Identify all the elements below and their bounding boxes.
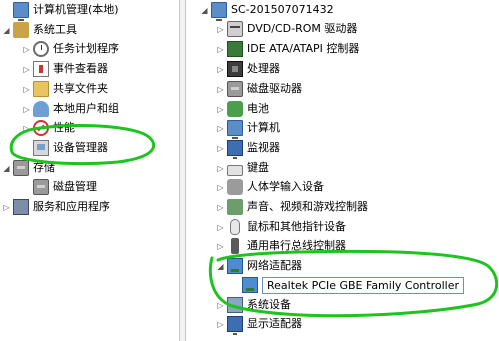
performance-icon: [33, 120, 49, 136]
device-category-monitor[interactable]: ▷ 监视器: [216, 139, 280, 159]
mouse-icon: [230, 219, 240, 235]
expand-arrow-icon[interactable]: ▷: [216, 237, 225, 255]
storage-icon: [13, 160, 29, 176]
network-card-icon: [242, 277, 258, 293]
expand-arrow-icon[interactable]: ▷: [216, 80, 225, 98]
collapse-arrow-icon[interactable]: ◢: [200, 1, 209, 19]
device-category-processor[interactable]: ▷ 处理器: [216, 60, 280, 78]
disk-management-icon: [33, 179, 49, 195]
device-category-sound-video[interactable]: ▷ 声音、视频和游戏控制器: [216, 198, 368, 216]
display-adapter-icon: [227, 316, 243, 335]
keyboard-icon: [227, 164, 243, 176]
expand-arrow-icon[interactable]: ▷: [216, 159, 225, 177]
shared-folders-icon: [33, 81, 49, 97]
local-users-icon: [33, 101, 49, 117]
network-adapter-icon: [227, 258, 243, 274]
expand-arrow-icon[interactable]: ▷: [216, 198, 225, 216]
expand-arrow-icon[interactable]: ▷: [22, 100, 31, 118]
console-tree-pane: 计算机管理(本地) ◢ 系统工具 ▷ 任务计划程序 ▷ 事件查看器 ▷ 共享文件…: [0, 0, 178, 341]
disk-drive-icon: [227, 81, 243, 97]
expand-arrow-icon[interactable]: ▷: [216, 100, 225, 118]
device-category-display-adapters[interactable]: ▷ 显示适配器: [216, 315, 302, 335]
tree-node-task-scheduler[interactable]: ▷ 任务计划程序: [22, 40, 119, 58]
expand-arrow-icon[interactable]: ▷: [216, 60, 225, 78]
expand-arrow-icon[interactable]: ▷: [216, 119, 225, 137]
device-category-disk-drives[interactable]: ▷ 磁盘驱动器: [216, 80, 302, 98]
system-devices-icon: [227, 297, 243, 313]
collapse-arrow-icon[interactable]: ◢: [2, 159, 11, 177]
device-realtek-nic[interactable]: Realtek PCIe GBE Family Controller: [242, 276, 465, 294]
expand-arrow-icon[interactable]: ▷: [216, 20, 225, 38]
device-tree-root[interactable]: ◢ SC-201507071432: [200, 1, 334, 21]
tree-node-device-manager[interactable]: 设备管理器: [33, 139, 108, 157]
device-category-system-devices[interactable]: ▷ 系统设备: [216, 296, 291, 314]
expand-arrow-icon[interactable]: ▷: [216, 178, 225, 196]
expand-arrow-icon[interactable]: ▷: [216, 40, 225, 58]
collapse-arrow-icon[interactable]: ◢: [2, 21, 11, 39]
sound-video-icon: [227, 199, 243, 215]
device-tree-pane: ◢ SC-201507071432 ▷ DVD/CD-ROM 驱动器 ▷ IDE…: [186, 0, 499, 341]
device-category-usb[interactable]: ▷ 通用串行总线控制器: [216, 237, 346, 255]
tree-node-disk-management[interactable]: 磁盘管理: [33, 178, 97, 196]
tree-node-storage[interactable]: ◢ 存储: [2, 159, 55, 177]
tree-node-system-tools[interactable]: ◢ 系统工具: [2, 21, 77, 39]
usb-controller-icon: [231, 238, 239, 254]
expand-arrow-icon[interactable]: ▷: [216, 218, 225, 236]
tree-node-shared-folders[interactable]: ▷ 共享文件夹: [22, 80, 108, 98]
system-tools-icon: [13, 22, 29, 38]
expand-arrow-icon[interactable]: ▷: [2, 198, 11, 216]
event-viewer-icon: [33, 61, 49, 77]
device-category-battery[interactable]: ▷ 电池: [216, 100, 269, 118]
device-category-computer[interactable]: ▷ 计算机: [216, 119, 280, 139]
monitor-icon: [227, 140, 243, 159]
hid-icon: [227, 179, 243, 195]
computer-icon: [227, 120, 243, 139]
device-category-ide[interactable]: ▷ IDE ATA/ATAPI 控制器: [216, 40, 359, 58]
device-category-mouse[interactable]: ▷ 鼠标和其他指针设备: [216, 218, 346, 236]
services-apps-icon: [13, 199, 29, 215]
computer-management-icon: [13, 2, 29, 21]
expand-arrow-icon[interactable]: ▷: [216, 296, 225, 314]
expand-arrow-icon[interactable]: ▷: [22, 60, 31, 78]
collapse-arrow-icon[interactable]: ◢: [216, 257, 225, 275]
device-category-dvd[interactable]: ▷ DVD/CD-ROM 驱动器: [216, 20, 357, 38]
pane-splitter[interactable]: [179, 0, 186, 341]
computer-icon: [211, 2, 227, 21]
expand-arrow-icon[interactable]: ▷: [216, 139, 225, 157]
processor-icon: [227, 61, 243, 77]
tree-node-services-apps[interactable]: ▷ 服务和应用程序: [2, 198, 110, 216]
task-scheduler-icon: [33, 41, 49, 57]
battery-icon: [227, 101, 243, 117]
dvd-drive-icon: [227, 21, 243, 37]
tree-node-event-viewer[interactable]: ▷ 事件查看器: [22, 60, 108, 78]
device-category-keyboard[interactable]: ▷ 键盘: [216, 159, 269, 177]
tree-node-local-users[interactable]: ▷ 本地用户和组: [22, 100, 119, 118]
tree-node-performance[interactable]: ▷ 性能: [22, 119, 75, 137]
expand-arrow-icon[interactable]: ▷: [22, 80, 31, 98]
expand-arrow-icon[interactable]: ▷: [216, 315, 225, 333]
ide-controller-icon: [227, 41, 243, 57]
device-manager-icon: [33, 140, 49, 156]
device-category-hid[interactable]: ▷ 人体学输入设备: [216, 178, 324, 196]
tree-node-computer-management[interactable]: 计算机管理(本地): [2, 1, 119, 21]
expand-arrow-icon[interactable]: ▷: [22, 119, 31, 137]
expand-arrow-icon[interactable]: ▷: [22, 40, 31, 58]
device-category-network-adapters[interactable]: ◢ 网络适配器: [216, 257, 302, 275]
